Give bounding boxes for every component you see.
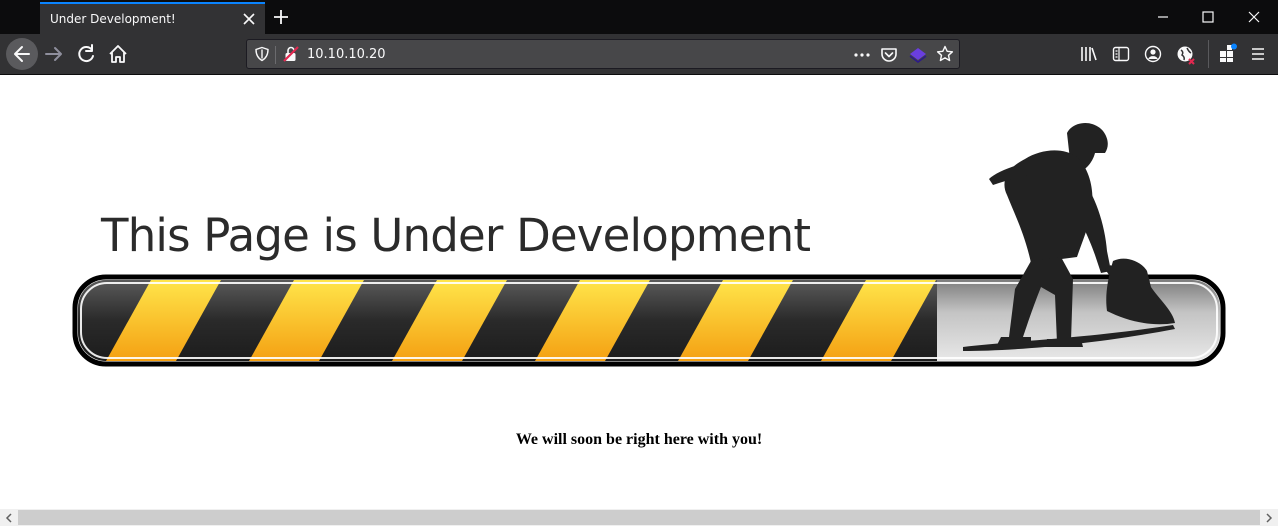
minimize-icon[interactable]: [1155, 9, 1171, 25]
back-button[interactable]: [6, 38, 38, 70]
address-bar[interactable]: 10.10.10.20: [246, 39, 960, 69]
scrollbar-thumb[interactable]: [18, 510, 1260, 525]
tracking-protection-shield-icon[interactable]: [254, 46, 270, 62]
insecure-connection-icon[interactable]: [283, 46, 299, 62]
sidebar-toggle-icon[interactable]: [1112, 46, 1130, 62]
pocket-icon[interactable]: [880, 46, 898, 64]
bookmark-star-icon[interactable]: [936, 45, 954, 63]
scroll-right-arrow-icon[interactable]: [1264, 513, 1274, 523]
toolbar-divider: [1208, 40, 1209, 68]
extensions-puzzle-icon[interactable]: [1218, 43, 1238, 63]
scroll-left-arrow-icon[interactable]: [4, 513, 14, 523]
extension-globe-icon[interactable]: [1176, 45, 1196, 65]
tab-title: Under Development!: [50, 12, 176, 26]
under-development-banner: This Page is Under Development: [72, 122, 1226, 367]
home-icon[interactable]: [104, 40, 132, 68]
close-window-icon[interactable]: [1246, 9, 1262, 25]
close-tab-icon[interactable]: [241, 11, 257, 27]
maximize-icon[interactable]: [1200, 9, 1216, 25]
horizontal-scrollbar[interactable]: [0, 509, 1278, 526]
url-text: 10.10.10.20: [307, 47, 386, 62]
page-actions-menu-icon[interactable]: [853, 47, 871, 63]
urlbar-separator: [275, 46, 276, 64]
account-icon[interactable]: [1144, 45, 1162, 63]
page-content: This Page is Under Development We will s…: [1, 75, 1277, 509]
tab-strip: Under Development!: [0, 0, 1278, 34]
navigation-toolbar: 10.10.10.20: [0, 34, 1278, 75]
back-arrow-icon: [14, 46, 30, 62]
library-icon[interactable]: [1080, 46, 1098, 62]
progress-bar: [78, 280, 1220, 361]
tab-under-development[interactable]: Under Development!: [40, 2, 265, 34]
forward-arrow-icon[interactable]: [40, 40, 68, 68]
new-tab-icon[interactable]: [272, 8, 290, 26]
extension-layers-icon[interactable]: [908, 45, 928, 65]
reload-icon[interactable]: [72, 40, 100, 68]
hamburger-menu-icon[interactable]: [1250, 46, 1266, 62]
status-message: We will soon be right here with you!: [515, 431, 763, 448]
banner-heading: This Page is Under Development: [100, 209, 810, 262]
